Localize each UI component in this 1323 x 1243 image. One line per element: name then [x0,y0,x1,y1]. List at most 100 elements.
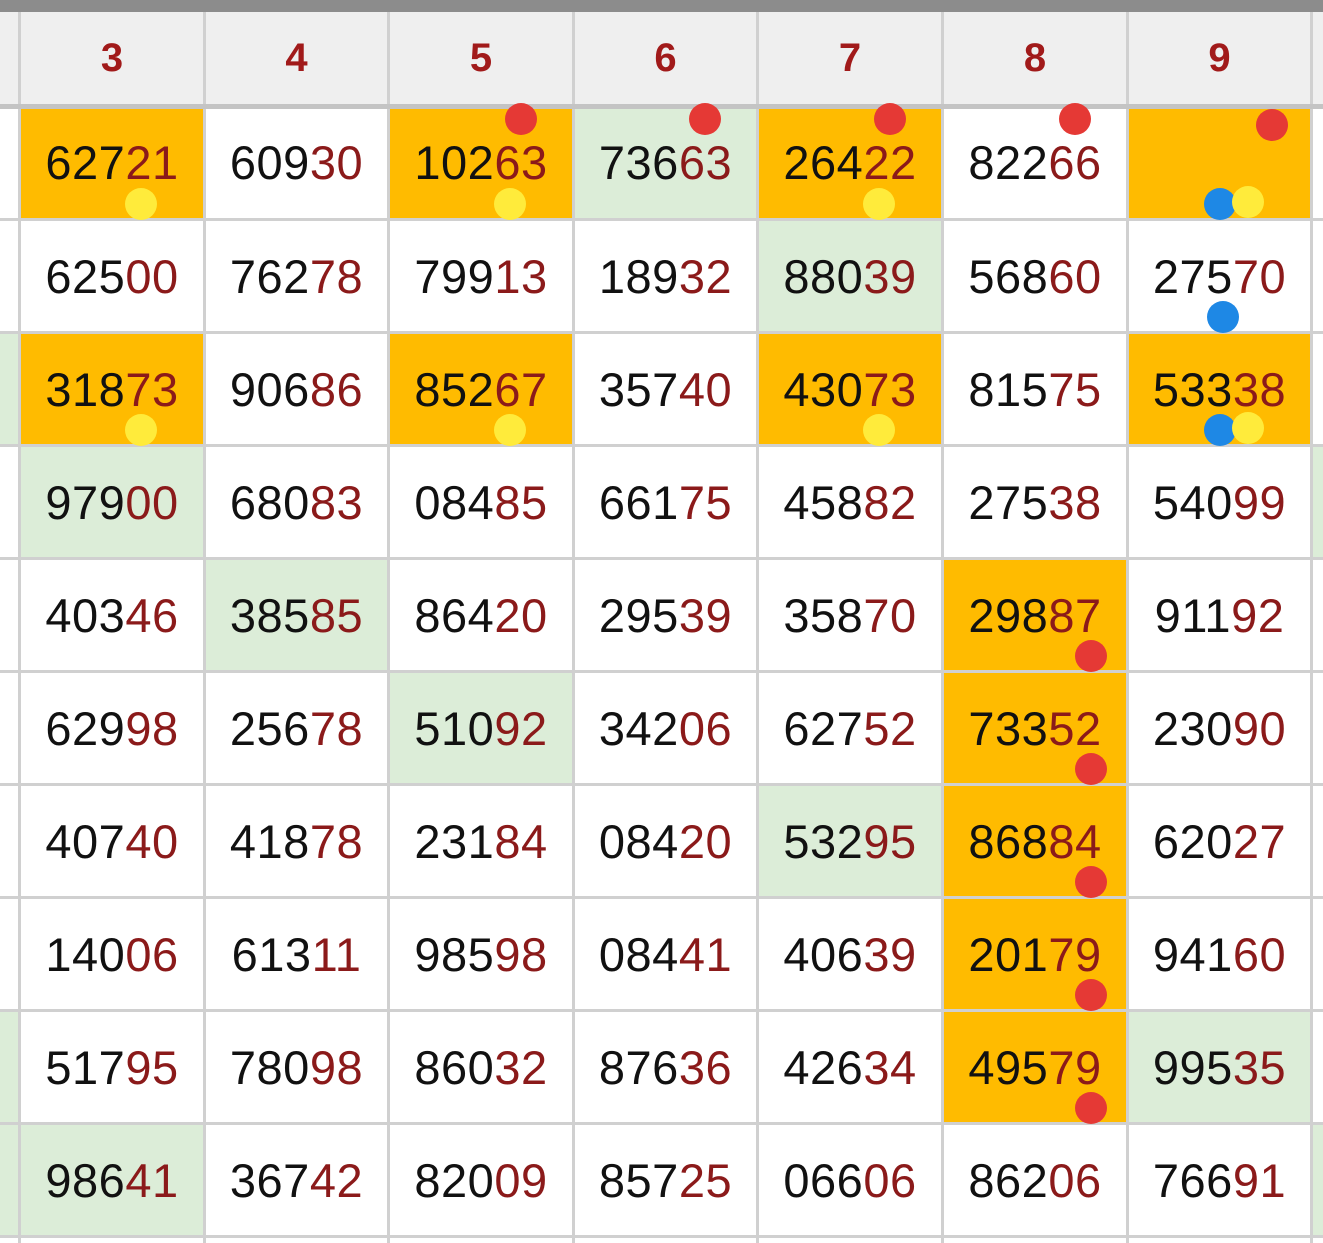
column-header-4[interactable]: 4 [206,12,387,104]
grid-cell[interactable]: 880 39 [759,221,941,331]
grid-line-vertical [941,12,944,1243]
cell-value-last-two: 60 [1048,249,1102,303]
cell-value-last-two: 60 [1232,927,1287,981]
grid-cell[interactable]: 876 36 [575,1012,756,1122]
grid-cell[interactable]: 084 20 [575,786,756,896]
grid-cell[interactable]: 736 63 [575,107,756,218]
grid-cell[interactable]: 084 85 [390,447,572,557]
grid-cell[interactable]: 995 35 [1129,1012,1310,1122]
grid-cell[interactable]: 540 99 [1129,447,1310,557]
grid-cell[interactable]: 426 34 [759,1012,941,1122]
number-grid[interactable]: 3 4 5 6 7 8 9 627 21 609 30 102 63 736 63 264 22 822 66 625… [0,12,1323,1243]
grid-cell[interactable]: 275 38 [944,447,1126,557]
grid-cell[interactable]: 140 06 [21,899,203,1009]
cell-value-leading: 533 [1152,362,1233,416]
cell-value-leading: 876 [598,1040,679,1094]
grid-cell[interactable]: 403 46 [21,560,203,670]
grid-cell[interactable]: 084 41 [575,899,756,1009]
grid-cell[interactable]: 385 85 [206,560,387,670]
grid-cell[interactable]: 857 25 [575,1125,756,1235]
cell-value-leading: 620 [1152,814,1233,868]
column-header-6[interactable]: 6 [575,12,756,104]
grid-cell[interactable]: 295 39 [575,560,756,670]
left-edge-fill [0,1009,18,1122]
grid-cell[interactable]: 532 95 [759,786,941,896]
grid-cell[interactable]: 985 98 [390,899,572,1009]
column-header-8[interactable]: 8 [944,12,1126,104]
cell-value-last-two: 00 [125,475,179,529]
grid-cell[interactable]: 418 78 [206,786,387,896]
cell-value-last-two: 46 [125,588,179,642]
grid-cell[interactable]: 799 13 [390,221,572,331]
grid-cell[interactable]: 430 73 [759,334,941,444]
grid-line-horizontal [0,783,1323,786]
cell-value-last-two: 73 [125,362,179,416]
grid-cell[interactable]: 986 41 [21,1125,203,1235]
grid-cell[interactable]: 256 78 [206,673,387,783]
grid-cell[interactable]: 780 98 [206,1012,387,1122]
grid-cell[interactable]: 230 90 [1129,673,1310,783]
cell-value-leading: 517 [45,1040,126,1094]
grid-cell[interactable]: 231 84 [390,786,572,896]
grid-cell[interactable]: 661 75 [575,447,756,557]
cell-value-last-two: 63 [494,136,548,189]
cell-value-leading: 230 [1152,701,1233,755]
grid-cell[interactable]: 860 32 [390,1012,572,1122]
cell-value-leading: 532 [783,814,864,868]
grid-cell[interactable]: 458 82 [759,447,941,557]
grid-line-horizontal [0,1009,1323,1012]
grid-cell[interactable]: 906 86 [206,334,387,444]
cell-value-last-two: 09 [494,1153,548,1207]
grid-cell[interactable]: 367 42 [206,1125,387,1235]
grid-line-vertical [387,12,390,1243]
grid-cell[interactable]: 625 00 [21,221,203,331]
grid-cell[interactable]: 620 27 [1129,786,1310,896]
grid-cell[interactable]: 864 20 [390,560,572,670]
cell-value-leading: 880 [783,249,864,303]
cell-value-last-two: 75 [1048,362,1102,416]
grid-cell[interactable]: 627 21 [21,107,203,218]
grid-cell[interactable]: 815 75 [944,334,1126,444]
grid-cell[interactable]: 766 91 [1129,1125,1310,1235]
grid-cell[interactable]: 609 30 [206,107,387,218]
grid-cell[interactable]: 066 06 [759,1125,941,1235]
grid-cell[interactable]: 862 06 [944,1125,1126,1235]
grid-cell[interactable]: 357 40 [575,334,756,444]
grid-cell[interactable]: 102 63 [390,107,572,218]
grid-cell[interactable]: 510 92 [390,673,572,783]
grid-line-horizontal [0,896,1323,899]
grid-cell[interactable]: 762 78 [206,221,387,331]
cell-value-last-two: 85 [309,588,364,642]
cell-value-leading: 407 [45,814,126,868]
cell-value-last-two: 30 [309,136,364,189]
blue-marker-dot [1203,414,1236,446]
grid-cell[interactable]: 822 66 [944,107,1126,218]
grid-cell[interactable]: 342 06 [575,673,756,783]
column-header-3[interactable]: 3 [21,12,203,104]
grid-cell[interactable]: 189 32 [575,221,756,331]
grid-cell[interactable]: 627 52 [759,673,941,783]
grid-cell[interactable]: 820 09 [390,1125,572,1235]
grid-cell[interactable]: 979 00 [21,447,203,557]
column-header-7[interactable]: 7 [759,12,941,104]
cell-value-last-two: 82 [863,475,917,529]
grid-cell[interactable]: 852 67 [390,334,572,444]
grid-cell[interactable]: 941 60 [1129,899,1310,1009]
grid-cell[interactable]: 568 60 [944,221,1126,331]
grid-cell[interactable]: 264 22 [759,107,941,218]
grid-cell[interactable]: 911 92 [1129,560,1310,670]
grid-cell[interactable]: 358 70 [759,560,941,670]
cell-value-leading: 510 [414,701,495,755]
grid-cell[interactable]: 680 83 [206,447,387,557]
grid-cell[interactable]: 517 95 [21,1012,203,1122]
cell-value-last-two: 39 [863,249,917,303]
grid-cell[interactable]: 629 98 [21,673,203,783]
grid-cell[interactable]: 613 11 [206,899,387,1009]
grid-cell[interactable]: 406 39 [759,899,941,1009]
column-header-5[interactable]: 5 [390,12,572,104]
cell-value-leading: 766 [1152,1153,1233,1207]
column-header-9[interactable]: 9 [1129,12,1310,104]
grid-cell[interactable]: 318 73 [21,334,203,444]
cell-value-last-two: 63 [678,136,733,189]
grid-cell[interactable]: 407 40 [21,786,203,896]
